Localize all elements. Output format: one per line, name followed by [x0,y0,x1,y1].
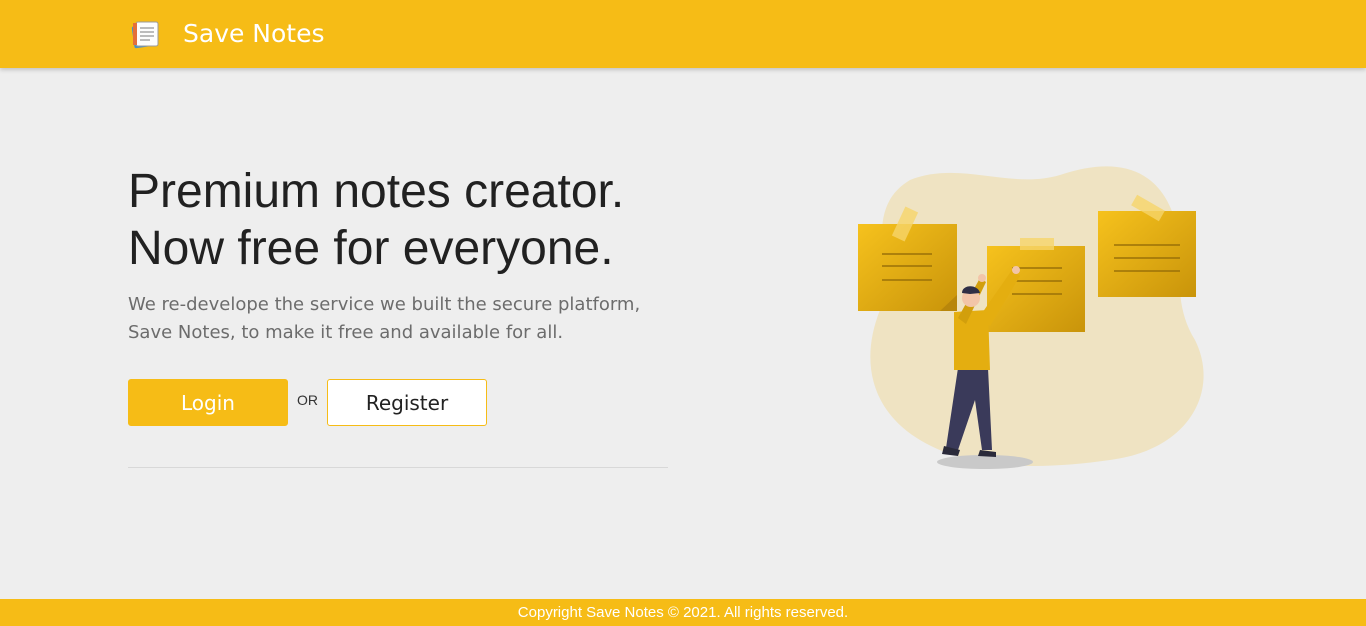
or-separator: OR [297,392,318,408]
brand-name[interactable]: Save Notes [183,17,325,51]
notebook-icon[interactable] [130,19,164,51]
copyright-text: Copyright Save Notes © 2021. All rights … [517,604,849,621]
hero-description: We re-develope the service we built the … [128,291,668,347]
person-with-sticky-notes-illustration [840,150,1230,480]
hero-description-line-1: We re-develope the service we built the … [128,294,641,315]
footer: Copyright Save Notes © 2021. All rights … [0,599,1366,626]
hero-title-line-1: Premium notes creator. [128,165,625,218]
hero-title-line-2: Now free for everyone. [128,222,614,275]
hero-description-line-2: Save Notes, to make it free and availabl… [128,322,564,343]
navbar: Save Notes [0,0,1366,68]
divider [128,467,668,468]
hero-title: Premium notes creator. Now free for ever… [128,163,748,277]
register-button[interactable]: Register [327,379,487,426]
login-button[interactable]: Login [128,379,288,426]
